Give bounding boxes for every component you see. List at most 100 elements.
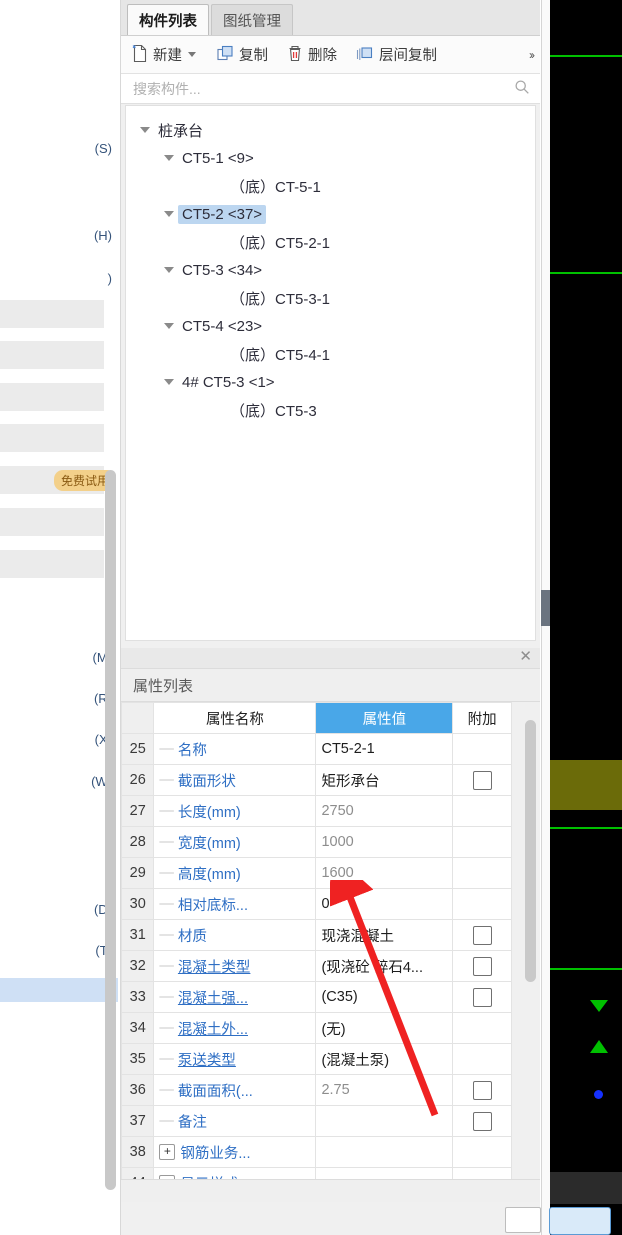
attach-checkbox[interactable] (472, 956, 492, 976)
property-name-cell[interactable]: — 高度(mm) (153, 857, 317, 889)
property-value-cell[interactable] (315, 1105, 454, 1137)
property-value-cell[interactable]: (现浇砼 碎石4... (315, 950, 454, 982)
property-value-cell[interactable]: 2.75 (315, 1074, 454, 1106)
table-row[interactable]: 31— 材质 现浇混凝土 (120, 919, 512, 951)
property-value-cell[interactable]: 1000 (315, 826, 454, 858)
attach-checkbox[interactable] (472, 770, 492, 790)
left-menu-item[interactable]: (X) (0, 727, 118, 751)
delete-button[interactable]: 删除 (282, 42, 341, 68)
table-row[interactable]: 33— 混凝土强... (C35) (120, 981, 512, 1013)
tree-node[interactable]: CT5-4 <23> (126, 312, 535, 340)
attach-checkbox[interactable] (472, 1111, 492, 1131)
left-menu-item[interactable]: (S) (0, 136, 118, 160)
left-menu-item[interactable]: (H) (0, 223, 118, 247)
component-tree[interactable]: 桩承台 CT5-1 <9> （底）CT-5-1 CT5-2 <37> （底）CT5-2-… (125, 105, 536, 641)
property-name-cell[interactable]: — 截面形状 (153, 764, 317, 796)
property-value-cell[interactable]: (混凝土泵) (315, 1043, 454, 1075)
attach-checkbox[interactable] (472, 925, 492, 945)
attach-checkbox[interactable] (472, 987, 492, 1007)
expand-arrow-icon[interactable] (140, 127, 150, 133)
table-row[interactable]: 32— 混凝土类型 (现浇砼 碎石4... (120, 950, 512, 982)
property-value-cell[interactable]: 2750 (315, 795, 454, 827)
property-name-cell[interactable]: — 相对底标... (153, 888, 317, 920)
left-menu-item[interactable] (0, 185, 118, 209)
tree-node[interactable]: （底）CT-5-1 (126, 172, 535, 200)
left-menu-item[interactable]: (R) (0, 686, 118, 710)
table-row[interactable]: 36— 截面面积(... 2.75 (120, 1074, 512, 1106)
properties-scrollbar[interactable] (525, 720, 536, 982)
property-value-cell[interactable]: 0 (315, 888, 454, 920)
toolbar-overflow-button[interactable]: ›› (529, 48, 535, 62)
table-row[interactable]: 28— 宽度(mm) 1000 (120, 826, 512, 858)
bottom-highlighted-button[interactable] (549, 1207, 611, 1235)
property-name-cell[interactable]: — 混凝土类型 (153, 950, 317, 982)
property-name-cell[interactable]: — 长度(mm) (153, 795, 317, 827)
floor-copy-button[interactable]: 层间复制 (351, 42, 441, 68)
property-name-cell[interactable]: — 备注 (153, 1105, 317, 1137)
property-name-cell[interactable]: — 名称 (153, 733, 317, 765)
property-value-cell[interactable]: 现浇混凝土 (315, 919, 454, 951)
property-name-cell[interactable]: — 宽度(mm) (153, 826, 317, 858)
expand-plus-icon[interactable]: + (159, 1144, 176, 1160)
property-value-cell[interactable] (315, 1136, 454, 1168)
property-value-cell[interactable]: CT5-2-1 (315, 733, 454, 765)
left-menu-placeholder-row[interactable] (0, 550, 104, 578)
tree-node[interactable]: （底）CT5-4-1 (126, 340, 535, 368)
property-value-cell[interactable]: (无) (315, 1012, 454, 1044)
expand-arrow-icon[interactable] (164, 323, 174, 329)
chevron-down-icon[interactable] (188, 52, 196, 57)
table-row[interactable]: 34— 混凝土外... (无) (120, 1012, 512, 1044)
tree-node[interactable]: 桩承台 (126, 116, 535, 144)
property-name-cell[interactable]: — 泵送类型 (153, 1043, 317, 1075)
left-menu-placeholder-row[interactable] (0, 424, 104, 452)
left-menu-item[interactable]: ) (0, 978, 118, 1002)
table-row[interactable]: 30— 相对底标... 0 (120, 888, 512, 920)
copy-button[interactable]: 复制 (212, 42, 272, 68)
tree-node[interactable]: （底）CT5-3 (126, 396, 535, 424)
property-name-cell[interactable]: — 混凝土外... (153, 1012, 317, 1044)
tree-node[interactable]: （底）CT5-3-1 (126, 284, 535, 312)
tree-node[interactable]: CT5-1 <9> (126, 144, 535, 172)
close-icon[interactable]: ✕ (519, 649, 532, 665)
left-menu-placeholder-row[interactable] (0, 508, 104, 536)
tab-drawing-management[interactable]: 图纸管理 (211, 4, 293, 35)
left-menu-placeholder-row[interactable] (0, 300, 104, 328)
panel-collapse-handle[interactable] (541, 590, 550, 626)
new-button[interactable]: 新建 (127, 42, 204, 68)
search-input[interactable] (131, 79, 514, 98)
property-name-cell[interactable]: — 材质 (153, 919, 317, 951)
table-row[interactable]: 29— 高度(mm) 1600 (120, 857, 512, 889)
property-value-cell[interactable]: (C35) (315, 981, 454, 1013)
left-menu-item[interactable]: (D) (0, 897, 118, 921)
table-row[interactable]: 38 + 钢筋业务... (120, 1136, 512, 1168)
table-row[interactable]: 25— 名称 CT5-2-1 (120, 733, 512, 765)
expand-arrow-icon[interactable] (164, 267, 174, 273)
cad-canvas[interactable] (550, 0, 622, 1235)
expand-arrow-icon[interactable] (164, 379, 174, 385)
tree-node[interactable]: （底）CT5-2-1 (126, 228, 535, 256)
left-menu-item[interactable]: ) (0, 810, 118, 834)
left-menu-item[interactable]: (W) (0, 769, 118, 793)
property-value-cell[interactable]: 1600 (315, 857, 454, 889)
search-icon[interactable] (514, 79, 530, 98)
property-name-cell[interactable]: — 混凝土强... (153, 981, 317, 1013)
expand-arrow-icon[interactable] (164, 155, 174, 161)
table-row[interactable]: 37— 备注 (120, 1105, 512, 1137)
left-menu-item[interactable]: ) (0, 266, 118, 290)
left-menu-item[interactable]: (T) (0, 938, 118, 962)
attach-checkbox[interactable] (472, 1080, 492, 1100)
left-menu-placeholder-row[interactable] (0, 383, 104, 411)
tree-node[interactable]: CT5-2 <37> (126, 200, 535, 228)
left-menu-item[interactable]: (M) (0, 645, 118, 669)
table-row[interactable]: 27— 长度(mm) 2750 (120, 795, 512, 827)
tab-component-list[interactable]: 构件列表 (127, 4, 209, 35)
property-name-cell[interactable]: — 截面面积(... (153, 1074, 317, 1106)
left-menu-placeholder-row[interactable] (0, 341, 104, 369)
left-strip-scrollbar[interactable] (105, 470, 116, 1190)
property-value-cell[interactable]: 矩形承台 (315, 764, 454, 796)
property-name-cell[interactable]: + 钢筋业务... (153, 1136, 317, 1168)
expand-arrow-icon[interactable] (164, 211, 174, 217)
tree-node[interactable]: 4# CT5-3 <1> (126, 368, 535, 396)
table-row[interactable]: 35— 泵送类型 (混凝土泵) (120, 1043, 512, 1075)
table-row[interactable]: 26— 截面形状 矩形承台 (120, 764, 512, 796)
